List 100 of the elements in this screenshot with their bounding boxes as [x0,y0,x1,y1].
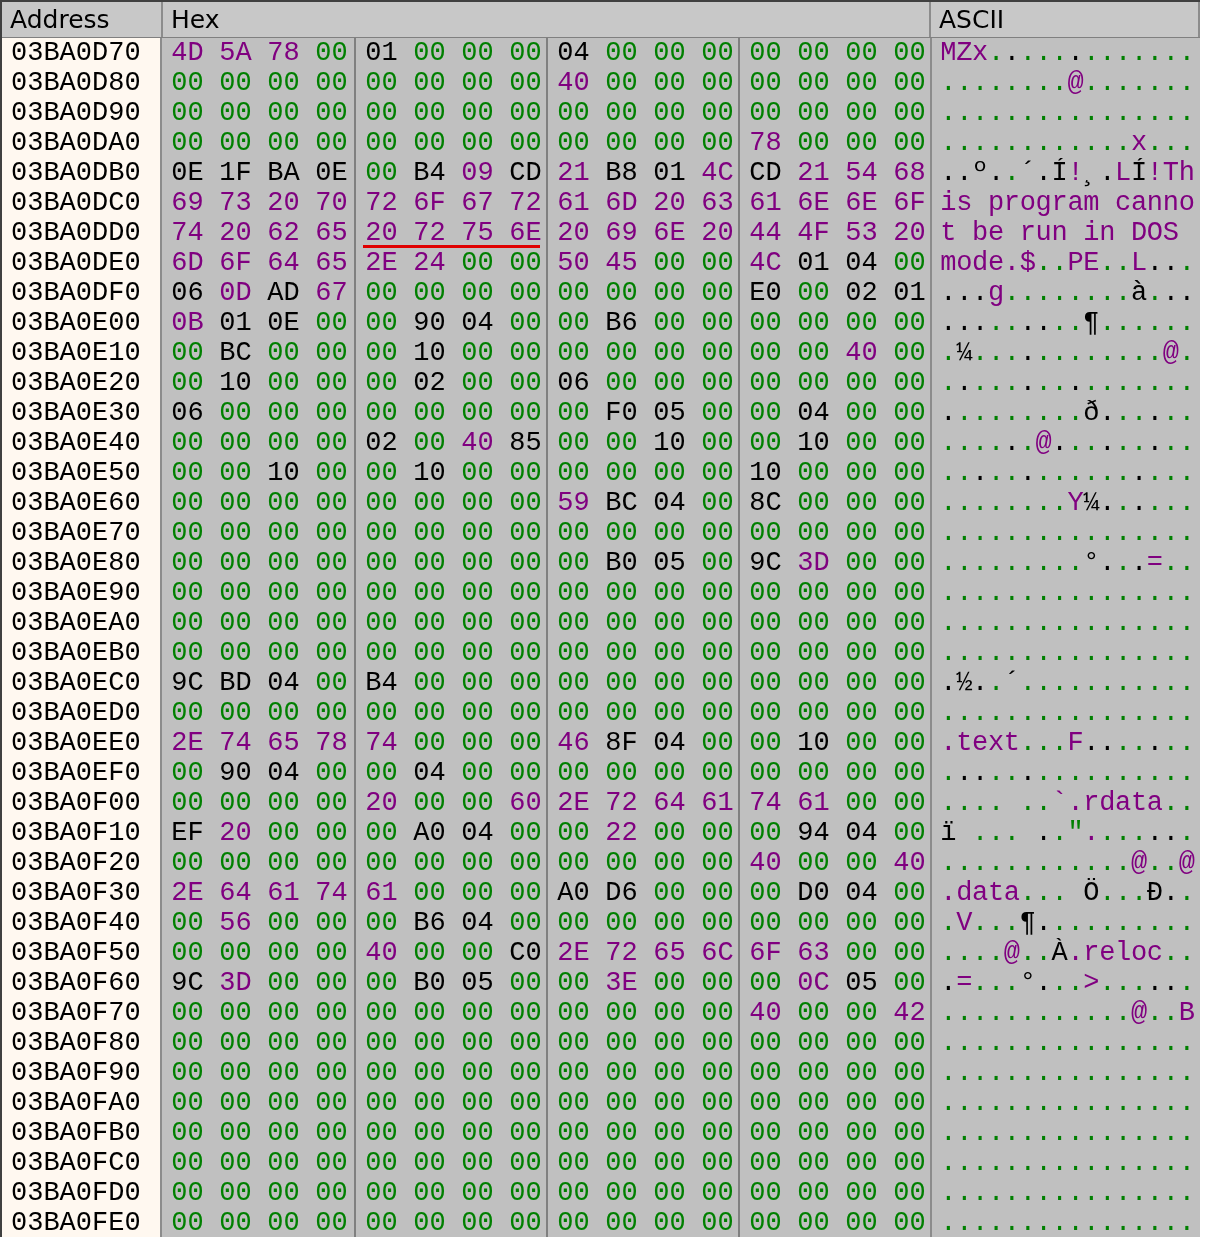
hex-byte: 00 [797,1208,831,1237]
column-header[interactable]: ASCII [931,2,1200,37]
hex-byte: 00 [797,998,831,1028]
hex-byte: 00 [653,818,687,848]
hex-byte: 00 [749,698,783,728]
hex-byte: 63 [797,938,831,968]
hex-byte: 00 [315,998,349,1028]
hex-byte: 00 [797,68,831,98]
hex-byte: 00 [701,518,735,548]
hex-byte: 00 [365,1028,399,1058]
hex-byte: 06 [171,278,205,308]
hex-byte: 00 [557,98,591,128]
hex-byte: 00 [315,1028,349,1058]
hex-byte: 00 [413,278,447,308]
hex-byte: 00 [845,38,879,68]
column-header[interactable]: Hex [163,2,931,37]
hex-byte: 10 [413,338,447,368]
hex-byte: 54 [845,158,879,188]
hex-byte: BC [605,488,639,518]
address-text: 03BA0FC0 [2,1148,163,1178]
hex-byte: 00 [219,848,253,878]
hex-byte: 00 [797,608,831,638]
hex-byte: 00 [557,458,591,488]
hex-byte: 00 [267,1178,301,1208]
hex-byte: 00 [461,938,495,968]
hex-byte: 73 [219,188,253,218]
hex-byte: 00 [653,1088,687,1118]
hex-byte: 00 [509,1118,543,1148]
hex-byte: 00 [653,668,687,698]
hex-byte: 72 [509,188,543,218]
address-text: 03BA0DD0 [2,218,163,248]
hex-byte: 00 [653,458,687,488]
hex-byte: 9C [171,668,205,698]
hex-byte: 00 [893,98,927,128]
hex-byte: 00 [267,98,301,128]
hex-byte: 00 [797,1148,831,1178]
hex-byte: 00 [315,638,349,668]
hex-byte: 00 [893,578,927,608]
hex-byte: 00 [461,248,495,278]
hex-byte: 00 [845,608,879,638]
hex-byte: 00 [701,878,735,908]
hex-byte: 61 [557,188,591,218]
address-text: 03BA0DE0 [2,248,163,278]
hex-byte: 69 [171,188,205,218]
hex-byte: 00 [605,338,639,368]
hex-byte: 00 [365,518,399,548]
hex-byte: 00 [701,308,735,338]
hex-byte: 00 [605,68,639,98]
hex-byte: 00 [413,668,447,698]
hex-byte: 00 [605,848,639,878]
hex-byte: 00 [365,368,399,398]
hex-byte: 00 [461,458,495,488]
hex-byte: 00 [749,68,783,98]
hex-byte: 42 [893,998,927,1028]
hex-byte: 00 [219,68,253,98]
hex-byte: 10 [797,728,831,758]
hex-byte: 00 [845,308,879,338]
ascii-text: is program canno [932,188,1200,218]
hex-byte: 40 [749,848,783,878]
column-header[interactable]: Address [2,2,163,37]
hex-byte: B4 [413,158,447,188]
hex-byte: 00 [605,1208,639,1237]
hex-byte: 00 [315,308,349,338]
hex-byte: 53 [845,218,879,248]
hex-byte: 00 [171,758,205,788]
hex-byte: 00 [267,1118,301,1148]
hex-byte: 00 [461,38,495,68]
hex-byte: 00 [557,278,591,308]
hex-byte: 00 [749,818,783,848]
hex-byte: 00 [171,938,205,968]
hex-byte: 00 [267,548,301,578]
hex-byte: 00 [557,1148,591,1178]
hex-byte: 00 [413,38,447,68]
hex-byte: B0 [605,548,639,578]
hex-byte: 00 [893,788,927,818]
hex-byte: 00 [797,1058,831,1088]
hex-byte: 00 [267,1148,301,1178]
hex-byte: 00 [509,458,543,488]
ascii-text: ..º..´.Í!¸.LÍ!Th [932,158,1200,188]
hex-byte: 00 [653,1028,687,1058]
ascii-text: ......@......... [932,428,1200,458]
hex-byte: 74 [219,728,253,758]
hex-byte: 2E [171,728,205,758]
hex-byte: 00 [219,1058,253,1088]
ascii-text: .........°...=.. [932,548,1200,578]
hex-byte: 00 [653,998,687,1028]
hex-byte: 00 [461,848,495,878]
hex-byte: 00 [413,398,447,428]
hex-byte: 9C [171,968,205,998]
hex-byte: 00 [893,128,927,158]
hex-byte: 00 [749,1028,783,1058]
hex-byte: 00 [171,68,205,98]
hex-byte: 00 [315,1208,349,1237]
hex-byte: 00 [509,278,543,308]
hex-byte: 00 [893,908,927,938]
hex-byte: 00 [749,1178,783,1208]
hex-byte: 00 [365,308,399,338]
hex-byte: 00 [315,68,349,98]
hex-byte: 00 [701,908,735,938]
address-text: 03BA0F10 [2,818,163,848]
